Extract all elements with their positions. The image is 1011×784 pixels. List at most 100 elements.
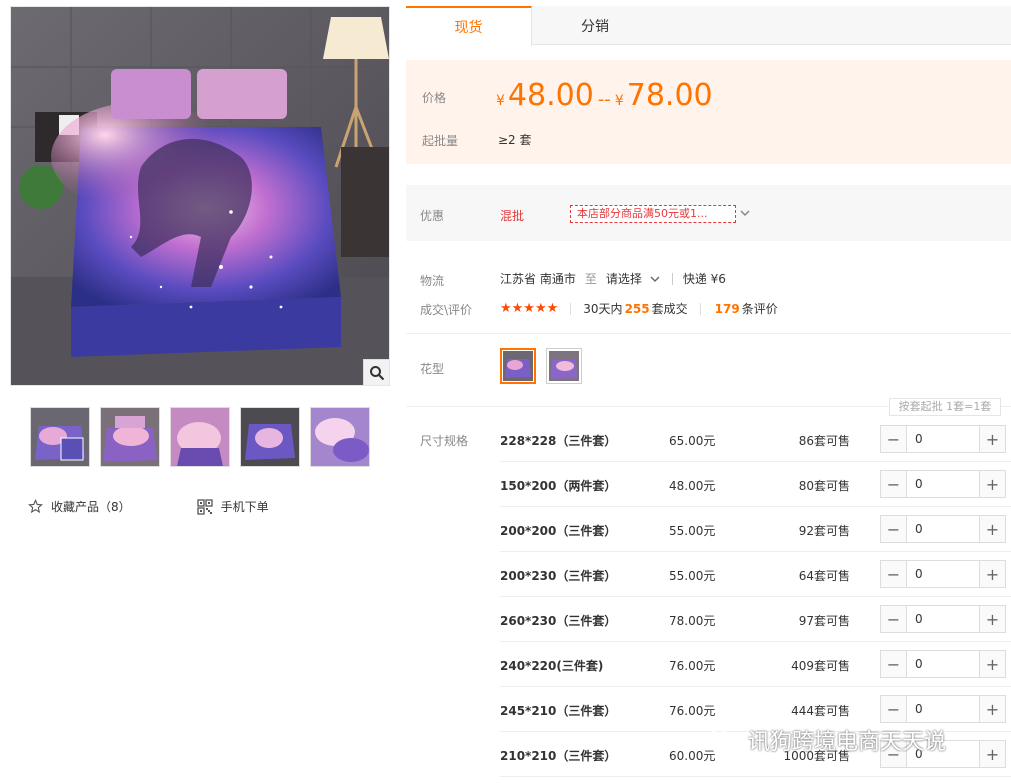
sku-table: 228*228（三件套） 65.00元 86套可售 − + 150*200（两件… (500, 417, 1011, 777)
sku-name: 240*220(三件套) (500, 659, 604, 673)
mobile-order-button[interactable]: 手机下单 (196, 498, 269, 515)
section-divider (406, 333, 1011, 334)
thumbnail-3[interactable] (170, 407, 230, 467)
divider (699, 302, 701, 315)
reviews-count[interactable]: 179 (715, 302, 740, 316)
price-panel: 价格 ¥ 48.00 -- ¥ 78.00 起批量 ≥2 套 (406, 60, 1011, 164)
sku-stock: 80套可售 (798, 479, 850, 493)
quantity-input[interactable] (907, 696, 967, 722)
decrease-button[interactable]: − (881, 651, 907, 677)
sku-name: 228*228（三件套） (500, 434, 617, 448)
decrease-button[interactable]: − (881, 606, 907, 632)
quantity-stepper: − + (880, 425, 1006, 453)
ship-from: 江苏省 南通市 (500, 272, 576, 286)
decrease-button[interactable]: − (881, 561, 907, 587)
pattern-swatch-1[interactable] (500, 348, 536, 384)
destination-select[interactable]: 请选择 (606, 270, 662, 287)
thumbnail-4[interactable] (240, 407, 300, 467)
divider (570, 302, 572, 315)
thumbnail-5[interactable] (310, 407, 370, 467)
moq-value: ≥2 套 (498, 133, 532, 147)
qr-code-icon (196, 498, 213, 515)
sku-name: 150*200（两件套） (500, 479, 617, 493)
increase-button[interactable]: + (979, 516, 1005, 542)
sku-row: 200*230（三件套） 55.00元 64套可售 − + (500, 552, 1011, 597)
sku-price: 76.00元 (669, 659, 716, 673)
chevron-down-icon[interactable] (738, 206, 752, 223)
increase-button[interactable]: + (979, 696, 1005, 722)
sku-price: 78.00元 (669, 614, 716, 628)
increase-button[interactable]: + (979, 561, 1005, 587)
sku-name: 210*210（三件套） (500, 749, 617, 763)
mobile-order-label: 手机下单 (220, 500, 269, 514)
sku-name: 245*210（三件套） (500, 704, 617, 718)
zoom-button[interactable] (363, 359, 389, 385)
batch-rule-note: 按套起批 1套=1套 (889, 398, 1001, 416)
watermark-text: 讯狗跨境电商天天说 (748, 730, 947, 755)
deals-count[interactable]: 255 (625, 302, 650, 316)
decrease-button[interactable]: − (881, 516, 907, 542)
price-label: 价格 (422, 91, 447, 105)
sku-label: 尺寸规格 (420, 434, 469, 448)
quantity-stepper: − + (880, 695, 1006, 723)
main-product-image[interactable] (10, 6, 390, 386)
tab-distribution[interactable]: 分销 (532, 6, 658, 45)
decrease-button[interactable]: − (881, 471, 907, 497)
pattern-swatch-2[interactable] (546, 348, 582, 384)
promo-coupon-tag[interactable]: 本店部分商品满50元或1... (570, 205, 736, 223)
quantity-input[interactable] (907, 651, 967, 677)
sku-name: 200*200（三件套） (500, 524, 617, 538)
star-outline-icon (28, 499, 43, 514)
sku-name: 200*230（三件套） (500, 569, 617, 583)
pattern-options (500, 348, 582, 384)
destination-value: 请选择 (605, 272, 642, 286)
deals-count-suffix: 套成交 (651, 302, 688, 316)
chevron-down-icon (650, 276, 660, 282)
quantity-input[interactable] (907, 471, 967, 497)
quantity-input[interactable] (907, 561, 967, 587)
quantity-input[interactable] (907, 426, 967, 452)
decrease-button[interactable]: − (881, 696, 907, 722)
thumbnail-1[interactable] (30, 407, 90, 467)
promotion-panel: 优惠 混批 本店部分商品满50元或1... (406, 185, 1011, 241)
tab-spot[interactable]: 现货 (406, 6, 532, 46)
increase-button[interactable]: + (979, 471, 1005, 497)
sku-price: 55.00元 (669, 569, 716, 583)
ship-to-word: 至 (584, 272, 597, 286)
logistics-row: 江苏省 南通市 至 请选择 快递 ¥6 (500, 270, 726, 287)
increase-button[interactable]: + (979, 606, 1005, 632)
sku-row: 228*228（三件套） 65.00元 86套可售 − + (500, 417, 1011, 462)
promo-type: 混批 (500, 209, 525, 223)
quantity-input[interactable] (907, 516, 967, 542)
quantity-stepper: − + (880, 605, 1006, 633)
quantity-input[interactable] (907, 606, 967, 632)
sku-price: 76.00元 (669, 704, 716, 718)
sku-row: 260*230（三件套） 78.00元 97套可售 − + (500, 597, 1011, 642)
increase-button[interactable]: + (979, 426, 1005, 452)
quantity-stepper: − + (880, 560, 1006, 588)
increase-button[interactable]: + (979, 741, 1005, 767)
promo-label: 优惠 (420, 209, 445, 223)
sku-name: 260*230（三件套） (500, 614, 617, 628)
sku-stock: 92套可售 (798, 524, 850, 538)
deals-label: 成交\评价 (420, 303, 473, 317)
sku-stock: 409套可售 (791, 659, 850, 673)
sku-stock: 97套可售 (798, 614, 850, 628)
moq-label: 起批量 (422, 134, 459, 148)
favorite-product-button[interactable]: 收藏产品（8） (28, 498, 131, 515)
divider (671, 272, 673, 285)
magnifier-icon (369, 365, 384, 380)
sku-row: 150*200（两件套） 48.00元 80套可售 − + (500, 462, 1011, 507)
sku-stock: 444套可售 (791, 704, 850, 718)
thumbnail-strip (30, 407, 370, 467)
decrease-button[interactable]: − (881, 426, 907, 452)
price-high: 78.00 (626, 78, 713, 113)
thumbnail-2[interactable] (100, 407, 160, 467)
sku-price: 55.00元 (669, 524, 716, 538)
increase-button[interactable]: + (979, 651, 1005, 677)
price-low: 48.00 (507, 78, 594, 113)
sku-price: 65.00元 (669, 434, 716, 448)
favorite-label: 收藏产品（8） (51, 500, 131, 514)
price-separator: -- (597, 89, 611, 110)
quantity-stepper: − + (880, 470, 1006, 498)
